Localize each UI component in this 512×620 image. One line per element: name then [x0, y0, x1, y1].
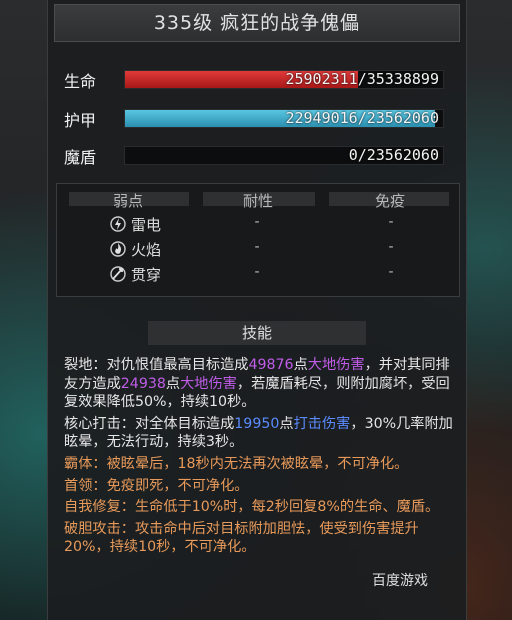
weakness-row: 雷电 - -: [57, 214, 459, 236]
weakness-header: 弱点: [112, 192, 143, 210]
hp-label: 生命: [64, 72, 97, 91]
weakness-name: 火焰: [131, 241, 162, 259]
skill-text: 点: [279, 415, 294, 432]
watermark: 百度游戏: [372, 573, 428, 589]
weakness-name: 贯穿: [131, 266, 162, 284]
skill-entry: 霸体：被眩晕后，18秒内无法再次被眩晕，不可净化。: [64, 455, 454, 474]
fire-icon: [110, 241, 126, 257]
immunity-value: -: [388, 264, 394, 280]
armor-value: 22949016/23562060: [285, 109, 439, 127]
resistance-value: -: [254, 214, 260, 230]
skill-text: 49876: [248, 357, 294, 373]
skill-text: 大地伤害: [307, 357, 365, 373]
skill-text: 核心打击：对全体目标造成: [64, 415, 235, 432]
skill-text: 19950: [234, 415, 280, 432]
skill-text: 打击伤害: [293, 415, 351, 432]
hp-bar: 25902311/35338899: [124, 70, 444, 89]
armor-bar: 22949016/23562060: [124, 109, 444, 128]
skill-text: 大地伤害: [180, 375, 237, 392]
boss-title: 335级 疯狂的战争傀儡: [54, 4, 460, 42]
armor-label: 护甲: [64, 111, 97, 130]
immunity-header: 免疫: [374, 192, 405, 210]
skill-entry: 裂地：对仇恨值最高目标造成49876点大地伤害，并对其同排友方造成24938点大…: [64, 356, 454, 412]
boss-info-panel: 335级 疯狂的战争傀儡 生命 25902311/35338899 护甲 229…: [47, 0, 467, 620]
skill-text: 破胆攻击：攻击命中后对目标附加胆怯，使受到伤害提升20%，持续10秒，不可净化。: [64, 520, 419, 556]
skill-entry: 破胆攻击：攻击命中后对目标附加胆怯，使受到伤害提升20%，持续10秒，不可净化。: [64, 520, 454, 557]
resistance-value: -: [254, 264, 260, 280]
weakness-row: 火焰 - -: [57, 239, 459, 261]
magic-shield-label: 魔盾: [64, 148, 97, 167]
skill-entry: 核心打击：对全体目标造成19950点打击伤害，30%几率附加眩晕，无法行动，持续…: [64, 415, 454, 452]
resistance-value: -: [254, 239, 260, 255]
resistance-header: 耐性: [242, 192, 273, 210]
skills-header: 技能: [148, 321, 366, 345]
hp-value: 25902311/35338899: [285, 70, 439, 88]
skill-text: 首领：免疫即死，不可净化。: [64, 477, 249, 494]
immunity-value: -: [388, 239, 394, 255]
skill-text: 裂地：对仇恨值最高目标造成: [64, 357, 249, 373]
resistance-table: 弱点 耐性 免疫 雷电 - - 火焰 - - 贯穿 - -: [56, 183, 460, 297]
skills-list: 裂地：对仇恨值最高目标造成49876点大地伤害，并对其同排友方造成24938点大…: [64, 356, 454, 560]
lightning-icon: [110, 216, 126, 232]
skill-entry: 自我修复：生命低于10%时，每2秒回复8%的生命、魔盾。: [64, 498, 454, 517]
skill-text: 24938: [120, 375, 166, 392]
immunity-value: -: [388, 214, 394, 230]
magic-shield-bar: 0/23562060: [124, 146, 444, 165]
skill-text: 点: [293, 357, 308, 373]
skill-entry: 首领：免疫即死，不可净化。: [64, 477, 454, 496]
armor-row: 护甲 22949016/23562060: [48, 103, 466, 133]
magic-shield-value: 0/23562060: [348, 146, 439, 164]
hp-row: 生命 25902311/35338899: [48, 64, 466, 94]
weakness-name: 雷电: [131, 216, 162, 234]
weakness-row: 贯穿 - -: [57, 264, 459, 286]
skill-text: 霸体：被眩晕后，18秒内无法再次被眩晕，不可净化。: [64, 455, 409, 472]
skill-text: 自我修复：生命低于10%时，每2秒回复8%的生命、魔盾。: [64, 499, 440, 516]
magic-shield-row: 魔盾 0/23562060: [48, 140, 466, 170]
skill-text: 点: [165, 375, 181, 392]
pierce-icon: [110, 266, 126, 282]
